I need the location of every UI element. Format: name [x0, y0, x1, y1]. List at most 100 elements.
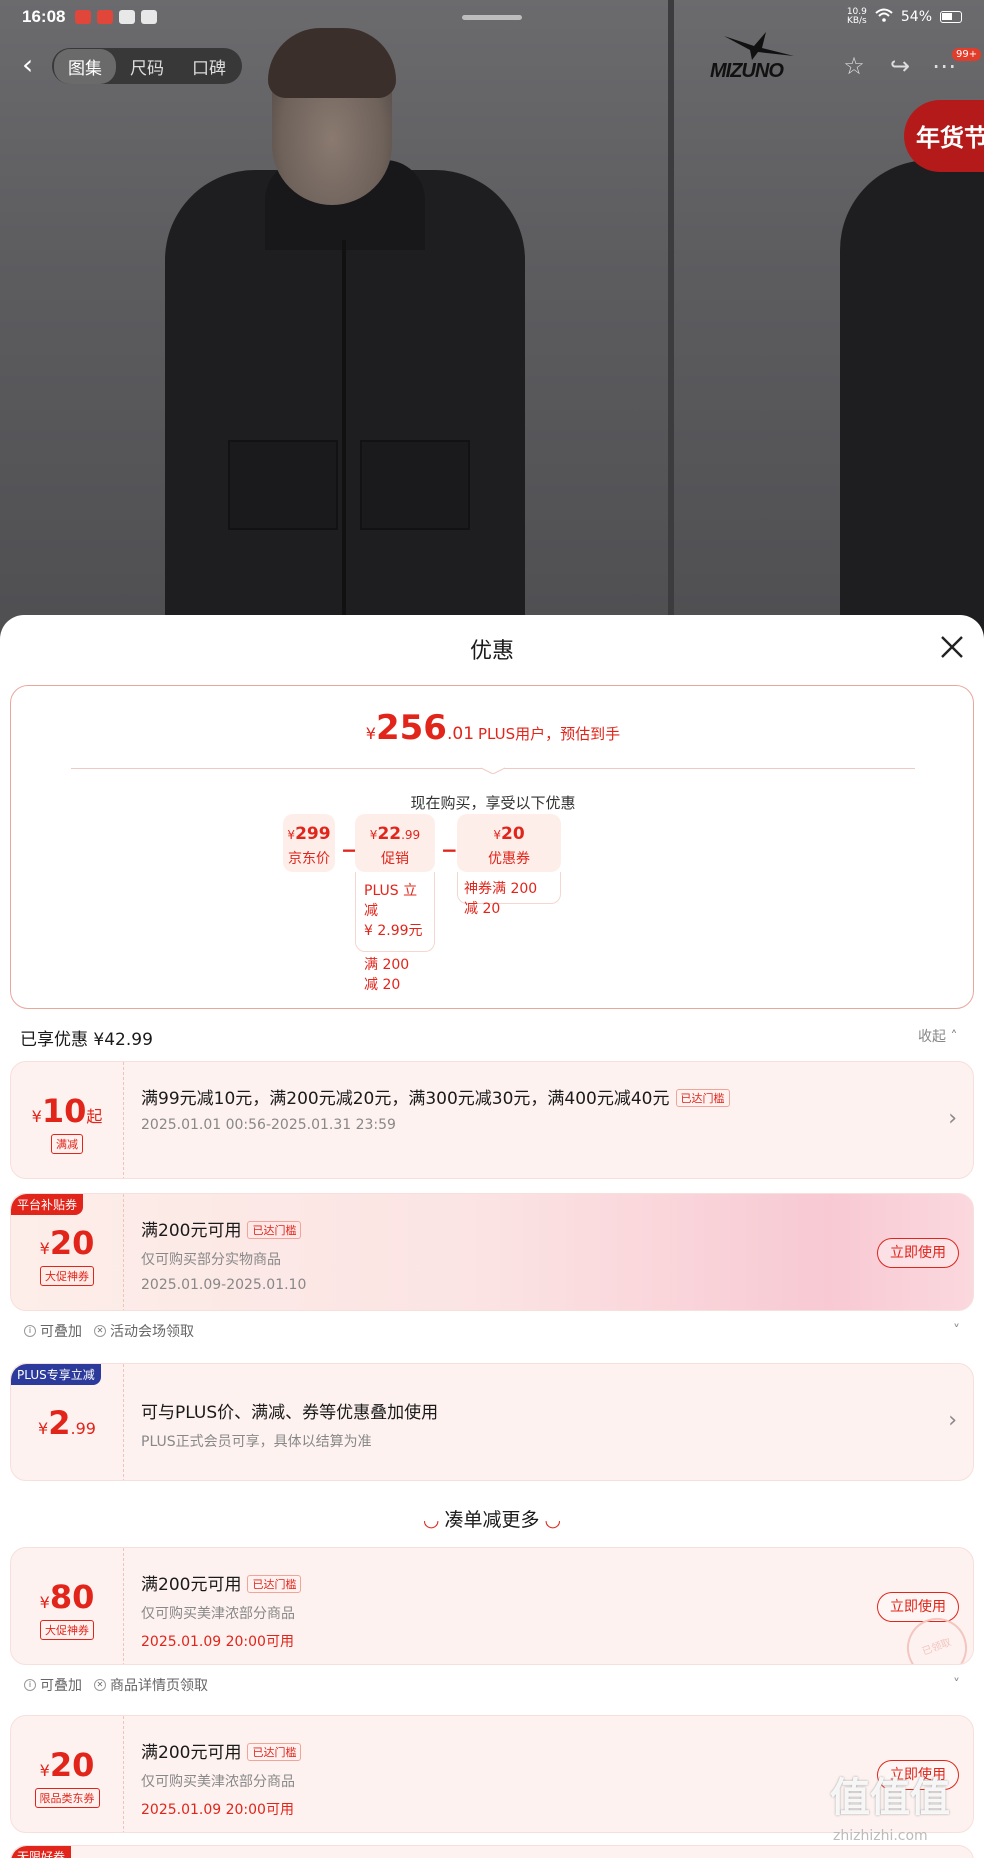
- threshold-reached-tag: 已达门槛: [247, 1221, 302, 1239]
- coupon-corner-tag: 无限好券: [11, 1846, 72, 1858]
- coupon-title: 满200元可用: [141, 1743, 242, 1763]
- coupon-type: 大促神券: [40, 1620, 94, 1640]
- calc-amount: 20: [500, 824, 525, 844]
- wifi-icon: [875, 8, 893, 26]
- currency-symbol: ¥: [39, 1593, 50, 1612]
- status-right: 10.9 KB/s 54%: [847, 8, 962, 26]
- coupon-date: 2025.01.09-2025.01.10: [141, 1277, 307, 1293]
- currency-symbol: ¥: [365, 724, 376, 743]
- coupon-amount: 80: [49, 1578, 95, 1616]
- coupon-title: 可与PLUS价、满减、券等优惠叠加使用: [141, 1403, 439, 1423]
- coupon-unlimited: 无限好券: [10, 1845, 974, 1858]
- back-button[interactable]: ‹: [22, 50, 48, 80]
- price-summary-card: ¥256.01 PLUS用户，预估到手 现在购买，享受以下优惠 ¥299 京东价 …: [10, 685, 974, 1009]
- product-gallery[interactable]: [0, 0, 984, 640]
- stackable-label: i 可叠加: [24, 1675, 82, 1695]
- battery-icon: [940, 11, 962, 23]
- tab-gallery[interactable]: 图集: [54, 48, 116, 84]
- stackable-label: i 可叠加: [24, 1321, 82, 1341]
- coupon-type: 满减: [51, 1134, 83, 1154]
- calc-decimal: .99: [401, 828, 421, 842]
- product-image-next: [840, 160, 984, 640]
- coupon-amount: 2: [48, 1404, 71, 1442]
- currency-symbol: ¥: [38, 1419, 49, 1438]
- coupon-details: 神券满 200 减 20: [457, 872, 561, 917]
- calc-label: 优惠券: [488, 851, 530, 867]
- calc-jd-price: ¥299 京东价: [283, 814, 335, 872]
- coupon-platform-subsidy: 平台补贴券 ¥20 大促神券 满200元可用 已达门槛 仅可购买部分实物商品 20…: [10, 1193, 974, 1311]
- smile-icon: ◡: [545, 1509, 561, 1531]
- summary-subtitle: 现在购买，享受以下优惠: [410, 794, 576, 812]
- coupon-footer: i 可叠加 ✕ 商品详情页领取 ˅: [10, 1666, 974, 1704]
- coupon-value: ¥20 限品类东券: [11, 1716, 124, 1832]
- coupon-value: ¥10起 满减: [11, 1062, 124, 1178]
- coupon-scope: 仅可购买美津浓部分商品: [141, 1606, 295, 1622]
- coupon-amount: 20: [49, 1224, 95, 1262]
- speed-unit: KB/s: [846, 16, 867, 26]
- favorite-star-icon[interactable]: ☆: [840, 52, 868, 80]
- foot-text: 商品详情页领取: [110, 1678, 208, 1694]
- coupon-info: 满200元可用 已达门槛 仅可购买部分实物商品 2025.01.09-2025.0…: [141, 1216, 853, 1293]
- watermark-logo: 值值值: [830, 1775, 950, 1821]
- calc-amount: 299: [295, 824, 331, 844]
- brand-name: MIZUNO: [710, 60, 784, 82]
- chevron-up-icon: ˄: [950, 1029, 958, 1045]
- sheet-title: 优惠: [469, 639, 514, 664]
- home-indicator: [462, 15, 522, 20]
- use-now-button[interactable]: 立即使用: [877, 1592, 959, 1622]
- more-savings-title: 凑单减更多: [444, 1509, 540, 1531]
- chevron-down-icon[interactable]: ˅: [953, 1323, 960, 1339]
- coupon-title: 满200元可用: [141, 1575, 242, 1595]
- coupon-date: 2025.01.09 20:00可用: [141, 1634, 294, 1650]
- detail-line: 满 200 减 20: [364, 957, 410, 993]
- price-integer: 256: [375, 708, 447, 748]
- jacket-pocket-left: [228, 440, 338, 530]
- coupon-info: 满200元可用 已达门槛 仅可购买美津浓部分商品 2025.01.09 20:00…: [141, 1738, 853, 1819]
- coupon-full-reduction[interactable]: ¥10起 满减 满99元减10元，满200元减20元，满300元减30元，满40…: [10, 1061, 974, 1179]
- battery-percent: 54%: [900, 9, 932, 25]
- jacket-zipper: [342, 240, 346, 640]
- coupon-amount: 20: [49, 1746, 95, 1784]
- close-icon[interactable]: [938, 633, 966, 661]
- festival-badge[interactable]: 年货节: [904, 100, 984, 172]
- collapse-label: 收起: [918, 1029, 946, 1045]
- promotion-details: PLUS 立减 ¥ 2.99元 满 200 减 20: [355, 872, 435, 993]
- coupon-info: 可与PLUS价、满减、券等优惠叠加使用 PLUS正式会员可享，具体以结算为准: [141, 1398, 853, 1451]
- threshold-reached-tag: 已达门槛: [675, 1089, 730, 1107]
- price-decimal: .01: [446, 724, 475, 744]
- info-icon: i: [24, 1679, 36, 1691]
- divider-notch: [481, 767, 505, 774]
- coupon-info: 满200元可用 已达门槛 仅可购买美津浓部分商品 2025.01.09 20:00…: [141, 1570, 853, 1651]
- use-now-button[interactable]: 立即使用: [877, 1238, 959, 1268]
- coupon-title: 满99元减10元，满200元减20元，满300元减30元，满400元减40元: [141, 1089, 670, 1109]
- notification-icon: [97, 10, 114, 24]
- status-time: 16:08: [22, 7, 66, 26]
- notification-icon: [141, 10, 158, 24]
- coupon-footer: i 可叠加 ✕ 活动会场领取 ˅: [10, 1312, 974, 1350]
- chevron-down-icon[interactable]: ˅: [953, 1677, 960, 1693]
- coupon-suffix: 起: [86, 1107, 103, 1126]
- jacket-pocket-right: [360, 440, 470, 530]
- tab-reviews[interactable]: 口碑: [178, 49, 240, 84]
- source-label: ✕ 商品详情页领取: [94, 1675, 208, 1695]
- currency-symbol: ¥: [493, 828, 501, 842]
- coupon-type: 大促神券: [40, 1266, 94, 1286]
- gallery-tabs: 图集 尺码 口碑: [52, 48, 242, 84]
- notification-icon: [75, 10, 92, 24]
- currency-symbol: ¥: [31, 1107, 42, 1126]
- model-hair: [268, 28, 396, 98]
- threshold-reached-tag: 已达门槛: [247, 1743, 302, 1761]
- source-icon: ✕: [94, 1325, 106, 1337]
- discount-sheet: 优惠 ¥256.01 PLUS用户，预估到手 现在购买，享受以下优惠 ¥299 京…: [0, 615, 984, 1858]
- coupon-plus-exclusive[interactable]: PLUS专享立减 ¥2.99 可与PLUS价、满减、券等优惠叠加使用 PLUS正…: [10, 1363, 974, 1481]
- enjoyed-total: 已享优惠 ¥42.99: [20, 1030, 153, 1050]
- coupon-info: 满99元减10元，满200元减20元，满300元减30元，满400元减40元 已达…: [141, 1084, 853, 1133]
- chevron-right-icon: ›: [948, 1408, 957, 1433]
- coupon-scope: 仅可购买部分实物商品: [141, 1252, 281, 1268]
- detail-line: PLUS 立减: [364, 883, 418, 919]
- tab-size[interactable]: 尺码: [116, 49, 178, 84]
- collapse-button[interactable]: 收起 ˄: [918, 1026, 957, 1046]
- final-price: ¥256.01 PLUS用户，预估到手: [11, 708, 975, 748]
- share-icon[interactable]: ↪: [886, 52, 914, 80]
- calc-amount: 22: [377, 824, 402, 844]
